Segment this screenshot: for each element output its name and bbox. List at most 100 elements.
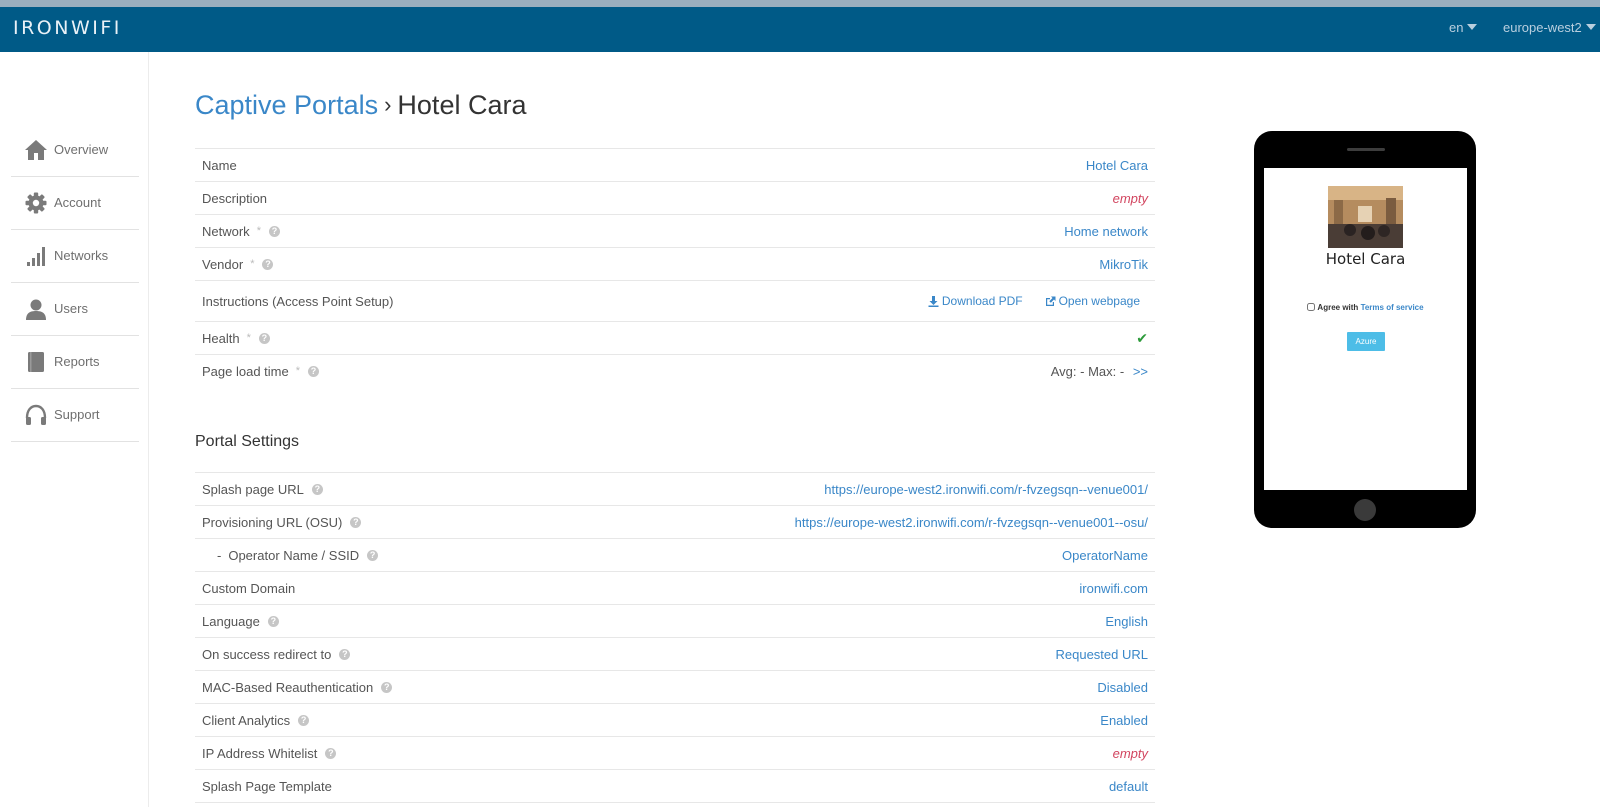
help-icon[interactable]: ? xyxy=(350,516,362,528)
sidebar-item-label: Overview xyxy=(54,142,109,157)
health-ok-check-icon: ✔ xyxy=(1136,329,1148,346)
terms-checkbox[interactable] xyxy=(1307,303,1316,311)
splash-template-value-editable[interactable]: default xyxy=(1109,779,1148,794)
sidebar-item-label: Support xyxy=(54,407,100,422)
sidebar-item-networks[interactable]: Networks xyxy=(11,229,139,283)
help-icon[interactable]: ? xyxy=(258,332,270,344)
required-marker: * xyxy=(246,332,251,344)
row-label-wrap: - Operator Name / SSID? xyxy=(202,547,379,563)
name-value-editable[interactable]: Hotel Cara xyxy=(1086,158,1148,173)
help-icon[interactable]: ? xyxy=(381,681,393,693)
help-icon[interactable]: ? xyxy=(311,483,323,495)
row-label: Page load time xyxy=(202,363,289,379)
help-icon[interactable]: ? xyxy=(268,225,280,237)
help-icon[interactable]: ? xyxy=(308,365,320,377)
portal-settings-table: Splash page URL? https://europe-west2.ir… xyxy=(195,472,1155,803)
row-label: Health xyxy=(202,330,240,346)
sidebar-item-reports[interactable]: Reports xyxy=(11,335,139,389)
sidebar-item-account[interactable]: Account xyxy=(11,176,139,230)
region-value: europe-west2 xyxy=(1503,20,1582,35)
help-icon[interactable]: ? xyxy=(339,648,351,660)
row-label: Provisioning URL (OSU) xyxy=(202,514,343,530)
hotel-lobby-image xyxy=(1328,186,1403,248)
phone-speaker xyxy=(1347,148,1385,151)
sidebar-item-label: Account xyxy=(54,195,101,210)
caret-down-icon xyxy=(1467,24,1478,30)
provisioning-url-link[interactable]: https://europe-west2.ironwifi.com/r-fvze… xyxy=(795,515,1148,530)
detail-row-name: Name Hotel Cara xyxy=(195,148,1155,181)
phone-preview: Hotel Cara Agree with Terms of service A… xyxy=(1254,131,1476,528)
terms-of-service-link[interactable]: Terms of service xyxy=(1361,303,1424,312)
ironwifi-logo[interactable]: IRONWIFI xyxy=(13,17,122,39)
help-icon[interactable]: ? xyxy=(325,747,337,759)
settings-row-client-analytics: Client Analytics? Enabled xyxy=(195,703,1155,736)
operator-name-value-editable[interactable]: OperatorName xyxy=(1062,548,1148,563)
settings-row-splash-template: Splash Page Template default xyxy=(195,769,1155,803)
azure-login-button[interactable]: Azure xyxy=(1347,332,1385,351)
terms-agreement: Agree with Terms of service xyxy=(1264,303,1467,312)
phone-home-button xyxy=(1354,499,1376,521)
language-value-editable[interactable]: English xyxy=(1105,614,1148,629)
settings-row-ip-whitelist: IP Address Whitelist? empty xyxy=(195,736,1155,769)
detail-row-description: Description empty xyxy=(195,181,1155,214)
language-value: en xyxy=(1449,20,1464,35)
row-label-wrap: IP Address Whitelist? xyxy=(202,745,337,761)
description-value-editable[interactable]: empty xyxy=(1113,191,1148,206)
row-label: Language xyxy=(202,613,260,629)
sidebar-item-label: Networks xyxy=(54,248,109,263)
language-dropdown[interactable]: en xyxy=(1449,20,1478,35)
open-webpage-label: Open webpage xyxy=(1058,294,1140,308)
page-load-value: Avg: - Max: - xyxy=(1050,363,1125,379)
breadcrumb: Captive Portals › Hotel Cara xyxy=(195,90,526,121)
detail-row-health: Health * ? ✔ xyxy=(195,321,1155,354)
ip-whitelist-value-editable[interactable]: empty xyxy=(1113,746,1148,761)
sidebar-item-users[interactable]: Users xyxy=(11,282,139,336)
preview-title: Hotel Cara xyxy=(1325,250,1406,268)
required-marker: * xyxy=(295,365,301,377)
row-label: Network xyxy=(202,223,250,239)
row-label-wrap: Language? xyxy=(202,614,279,629)
sidebar-item-overview[interactable]: Overview xyxy=(11,123,139,177)
caret-down-icon xyxy=(1585,24,1596,30)
custom-domain-value-editable[interactable]: ironwifi.com xyxy=(1079,581,1148,596)
detail-row-vendor: Vendor * ? MikroTik xyxy=(195,247,1155,280)
sidebar-item-label: Reports xyxy=(54,354,100,369)
row-prefix: - xyxy=(217,547,222,563)
region-dropdown[interactable]: europe-west2 xyxy=(1503,20,1596,35)
network-value-editable[interactable]: Home network xyxy=(1064,224,1148,239)
help-icon[interactable]: ? xyxy=(367,549,379,561)
help-icon[interactable]: ? xyxy=(262,258,274,270)
page-load-more-link[interactable]: >> xyxy=(1133,364,1148,379)
success-redirect-value-editable[interactable]: Requested URL xyxy=(1056,647,1149,662)
splash-url-link[interactable]: https://europe-west2.ironwifi.com/r-fvze… xyxy=(824,482,1148,497)
row-label: IP Address Whitelist xyxy=(202,745,318,761)
sidebar-item-support[interactable]: Support xyxy=(11,388,139,442)
row-label: Name xyxy=(202,157,237,173)
client-analytics-value-editable[interactable]: Enabled xyxy=(1100,713,1148,728)
settings-row-custom-domain: Custom Domain ironwifi.com xyxy=(195,571,1155,604)
open-webpage-link[interactable]: Open webpage xyxy=(1045,294,1140,308)
headset-icon xyxy=(24,403,48,427)
top-stripe xyxy=(0,0,1600,7)
help-icon[interactable]: ? xyxy=(298,714,310,726)
settings-row-mac-reauth: MAC-Based Reauthentication? Disabled xyxy=(195,670,1155,703)
row-label-wrap: Page load time * ? xyxy=(202,363,320,379)
download-pdf-link[interactable]: Download PDF xyxy=(928,294,1023,308)
top-navbar: IRONWIFI en europe-west2 xyxy=(0,7,1600,52)
settings-row-operator-name: - Operator Name / SSID? OperatorName xyxy=(195,538,1155,571)
help-icon[interactable]: ? xyxy=(267,615,279,627)
portal-settings-heading: Portal Settings xyxy=(195,433,300,450)
row-label: Custom Domain xyxy=(202,580,296,596)
mac-reauth-value-editable[interactable]: Disabled xyxy=(1097,680,1148,695)
phone-screen: Hotel Cara Agree with Terms of service A… xyxy=(1264,168,1467,490)
detail-row-page-load-time: Page load time * ? Avg: - Max: - >> xyxy=(195,354,1155,387)
gear-icon xyxy=(24,191,48,215)
breadcrumb-separator: › xyxy=(384,92,392,117)
settings-row-splash-url: Splash page URL? https://europe-west2.ir… xyxy=(195,472,1155,505)
row-label-wrap: Network * ? xyxy=(202,224,280,239)
instruction-actions: Download PDF Open webpage xyxy=(928,294,1140,308)
row-label: Operator Name / SSID xyxy=(228,547,360,563)
vendor-value-editable[interactable]: MikroTik xyxy=(1099,257,1148,272)
breadcrumb-link-captive-portals[interactable]: Captive Portals xyxy=(195,90,378,120)
row-label: Splash Page Template xyxy=(202,778,332,794)
